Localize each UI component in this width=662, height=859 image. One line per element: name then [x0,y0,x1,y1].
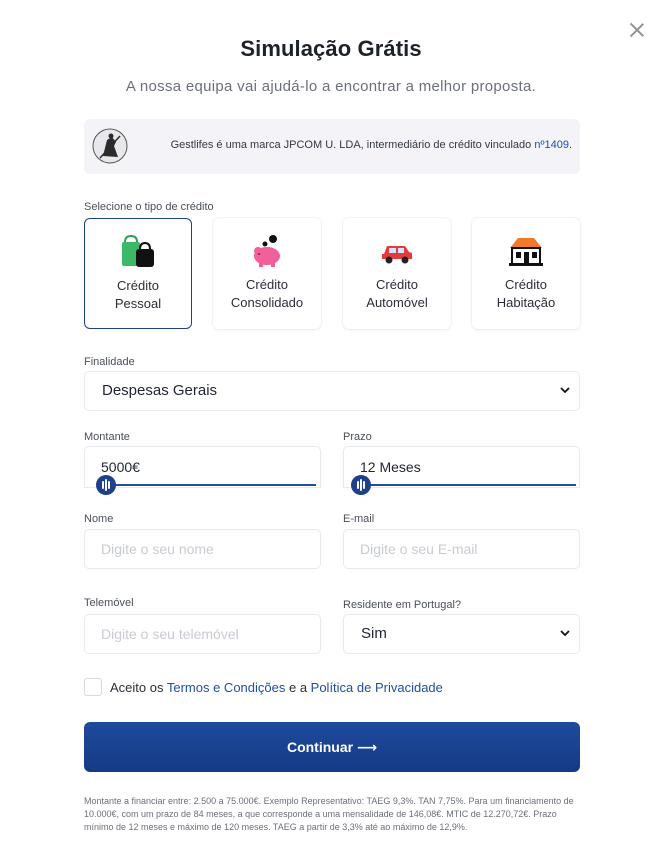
notice-text: Gestlifes é uma marca JPCOM U. LDA, inte… [170,139,572,151]
montante-value: 5000€ [101,459,140,475]
nome-field [84,529,321,569]
chevron-down-icon [560,387,570,394]
credit-option-habitacao[interactable]: Crédito Habitação [472,218,580,329]
terms-link[interactable]: Termos e Condições [167,680,286,695]
credit-option-line2: Pessoal [114,296,162,311]
prazo-slider-handle[interactable] [351,475,371,495]
shopping-bags-icon [122,234,154,267]
bank-of-portugal-logo-icon [92,128,128,164]
credit-option-pessoal[interactable]: Crédito Pessoal [84,218,192,329]
credit-option-line1: Crédito [117,278,159,293]
email-input[interactable] [344,530,579,568]
telemovel-field [84,614,321,654]
terms-text: Aceito os Termos e Condições e a Polític… [110,680,443,695]
disclaimer-text: Montante a financiar entre: 2.500 a 75.0… [84,796,574,832]
page-subtitle: A nossa equipa vai ajudá-lo a encontrar … [125,78,537,95]
nome-label: Nome [84,513,114,525]
montante-slider-track[interactable] [100,484,316,486]
prazo-slider-track[interactable] [360,484,576,486]
credit-type-label: Selecione o tipo de crédito [84,201,214,213]
credit-option-line2: Automóvel [366,295,428,310]
car-icon [382,246,412,264]
chevron-down-icon [560,630,570,637]
finalidade-label: Finalidade [84,356,135,368]
license-link[interactable]: nº1409 [534,139,569,151]
prazo-field[interactable]: 12 Meses [343,446,580,488]
montante-field[interactable]: 5000€ [84,446,321,488]
email-field [343,529,580,569]
credit-option-line1: Crédito [376,277,418,292]
prazo-label: Prazo [343,431,372,443]
credit-option-consolidado[interactable]: Crédito Consolidado [213,218,321,329]
finalidade-value: Despesas Gerais [102,382,218,399]
credit-option-line2: Habitação [496,295,556,310]
residente-label: Residente em Portugal? [343,599,462,611]
credit-option-line1: Crédito [505,277,547,292]
finalidade-select[interactable]: Despesas Gerais [84,371,580,411]
telemovel-input[interactable] [85,615,320,653]
residente-value: Sim [361,625,387,642]
email-label: E-mail [343,513,375,525]
montante-label: Montante [84,431,130,443]
piggy-bank-icon [254,235,280,267]
house-icon [509,238,543,266]
continue-button[interactable]: Continuar ⟶ [84,722,580,772]
credit-option-line1: Crédito [246,277,288,292]
page-title: Simulação Grátis [240,36,422,61]
privacy-link[interactable]: Política de Privacidade [311,680,443,695]
residente-select[interactable]: Sim [343,614,580,654]
credit-option-line2: Consolidado [230,295,304,310]
terms-checkbox[interactable] [84,678,102,696]
intermediary-notice: Gestlifes é uma marca JPCOM U. LDA, inte… [84,119,580,174]
nome-input[interactable] [85,530,320,568]
prazo-value: 12 Meses [360,459,421,475]
montante-slider-handle[interactable] [96,475,117,495]
telemovel-label: Telemóvel [84,597,134,609]
credit-option-automovel[interactable]: Crédito Automóvel [343,218,451,329]
